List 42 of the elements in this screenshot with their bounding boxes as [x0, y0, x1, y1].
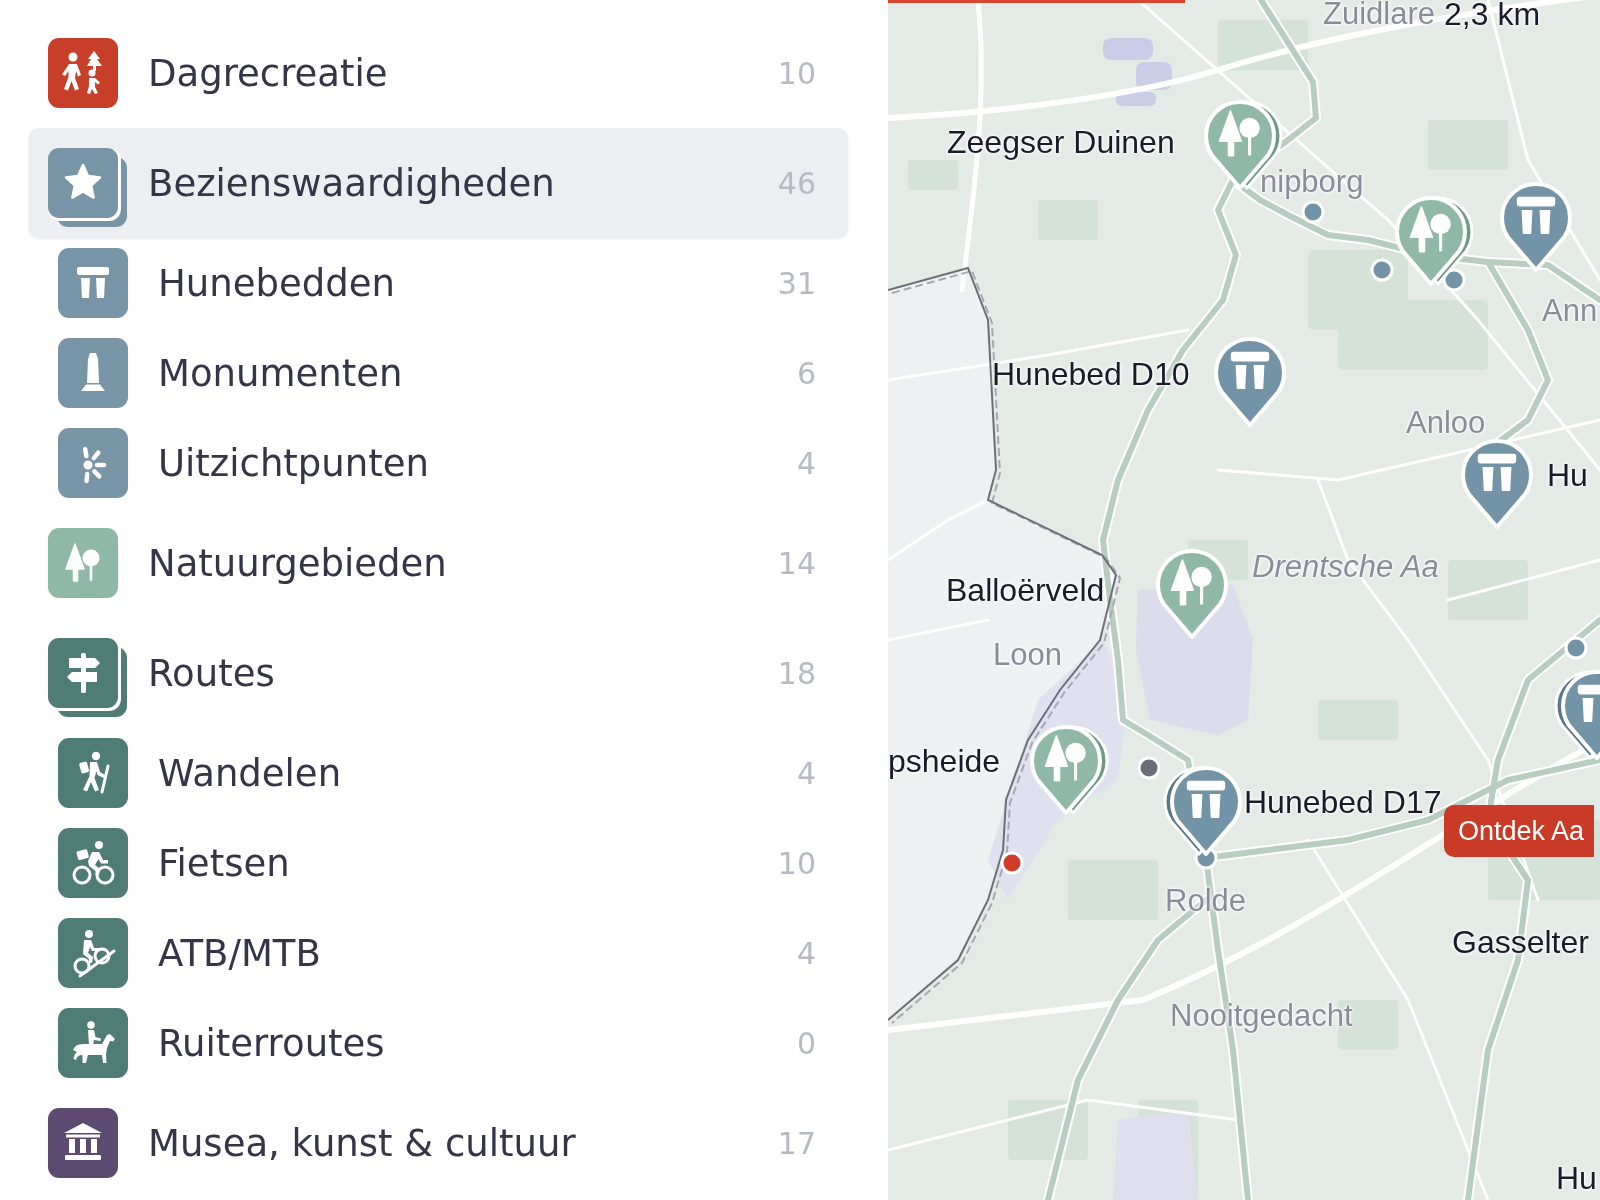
subcategory-label: Fietsen — [158, 841, 290, 885]
subcategory-item[interactable]: Monumenten 6 — [29, 328, 848, 418]
category-label: Natuurgebieden — [148, 541, 447, 585]
subcategory-item[interactable]: Hunebedden 31 — [29, 238, 848, 328]
subcategory-label: ATB/MTB — [158, 931, 321, 975]
category-label: Dagrecreatie — [148, 51, 388, 95]
item-count: 18 — [777, 655, 816, 691]
subcategory-item[interactable]: ATB/MTB 4 — [29, 908, 848, 998]
item-count: 31 — [777, 265, 816, 301]
item-count: 4 — [796, 445, 816, 481]
item-count: 0 — [796, 1025, 816, 1061]
category-item[interactable]: Musea, kunst & cultuur 17 — [29, 1088, 848, 1198]
subcategory-item[interactable]: Ruiterroutes 0 — [29, 998, 848, 1088]
category-item[interactable]: Natuurgebieden 14 — [29, 508, 848, 618]
subcategory-label: Hunebedden — [158, 261, 395, 305]
item-count: 4 — [796, 755, 816, 791]
category-item[interactable]: Routes 18 — [29, 618, 848, 728]
subcategory-label: Monumenten — [158, 351, 403, 395]
category-label: Routes — [148, 651, 275, 695]
subcategory-label: Ruiterroutes — [158, 1021, 385, 1065]
poi-label: Hu — [1556, 1159, 1597, 1197]
subcategory-item[interactable]: Fietsen 10 — [29, 818, 848, 908]
item-count: 14 — [777, 545, 816, 581]
item-count: 10 — [777, 845, 816, 881]
item-count: 4 — [796, 935, 816, 971]
obelisk-icon — [58, 338, 128, 408]
category-label: Musea, kunst & cultuur — [148, 1121, 576, 1165]
mountain-bike-icon — [58, 918, 128, 988]
item-count: 17 — [777, 1125, 816, 1161]
category-item[interactable]: Dagrecreatie 10 — [29, 18, 848, 128]
subcategory-item[interactable]: Wandelen 4 — [29, 728, 848, 818]
category-label: Bezienswaardigheden — [148, 161, 555, 205]
horse-rider-icon — [58, 1008, 128, 1078]
item-count: 10 — [777, 55, 816, 91]
dolmen-icon — [58, 248, 128, 318]
subcategory-label: Wandelen — [158, 751, 342, 795]
item-count: 6 — [796, 355, 816, 391]
viewpoint-icon — [58, 428, 128, 498]
cyclist-icon — [58, 828, 128, 898]
hiker-icon — [58, 738, 128, 808]
subcategory-label: Uitzichtpunten — [158, 441, 429, 485]
subcategory-item[interactable]: Uitzichtpunten 4 — [29, 418, 848, 508]
